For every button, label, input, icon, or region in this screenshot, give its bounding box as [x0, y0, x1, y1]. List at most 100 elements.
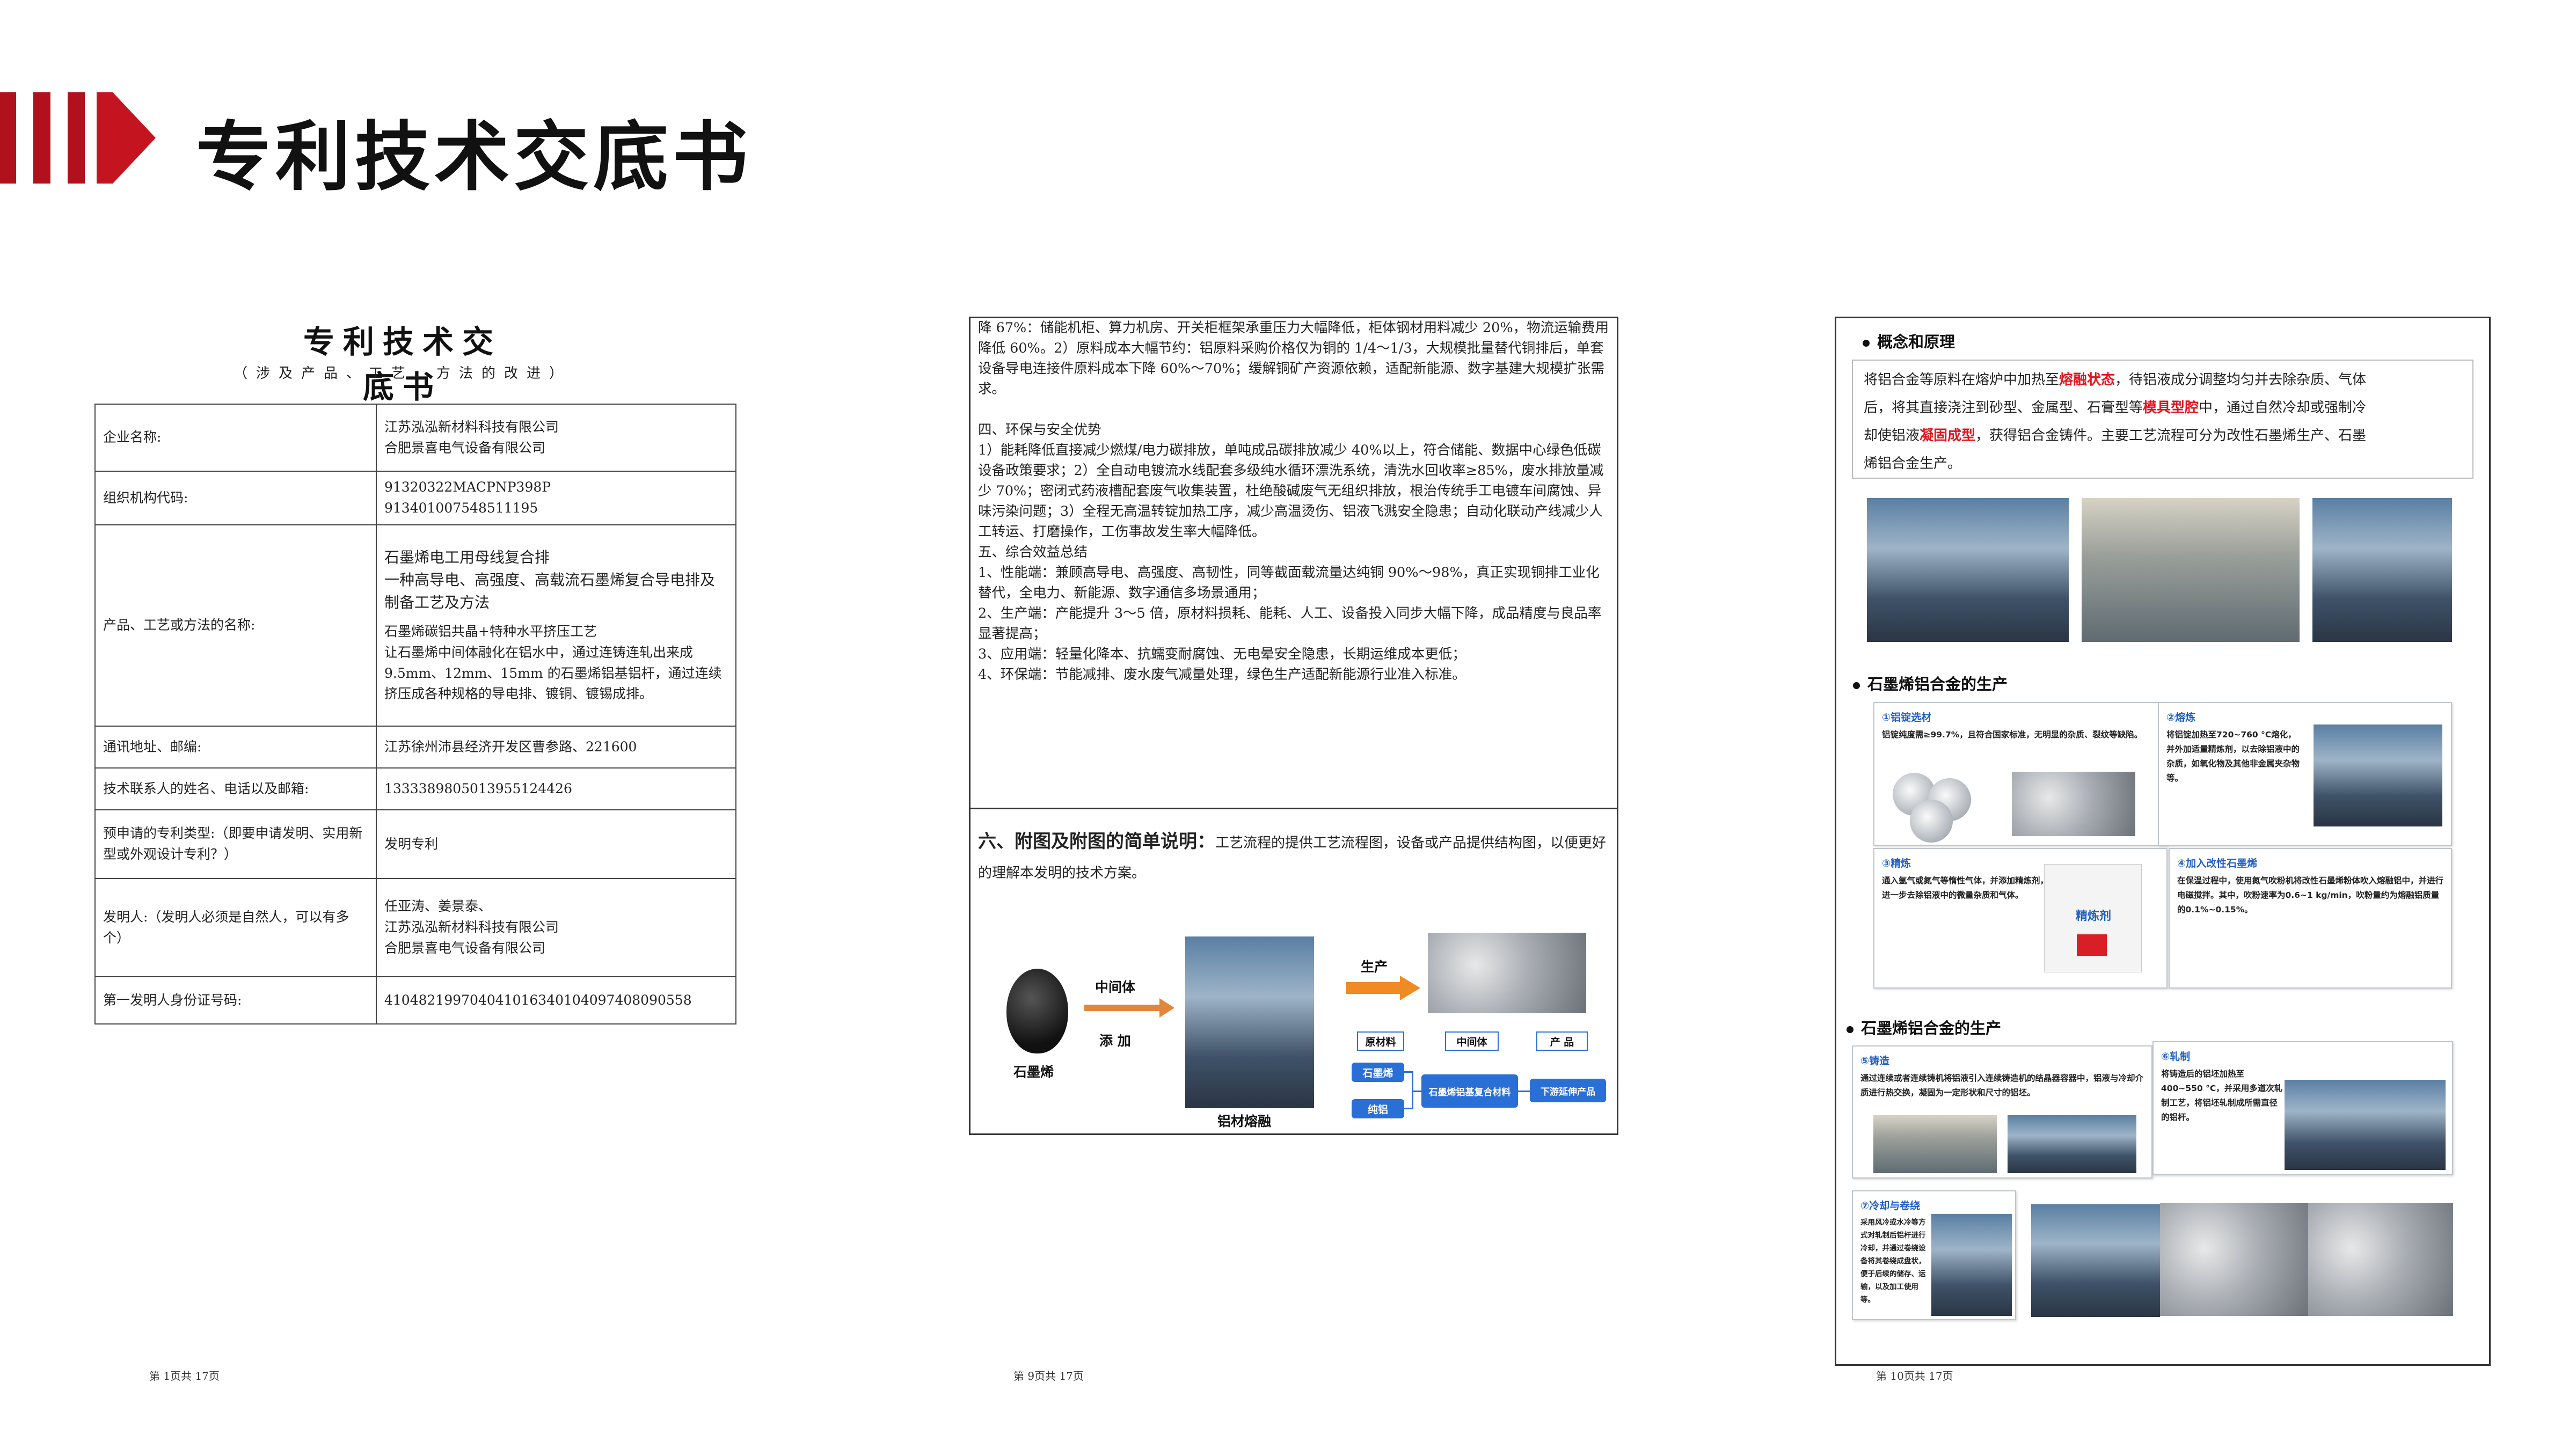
- form-row-address: 通讯地址、邮编: 江苏徐州沛县经济开发区曹参路、221600: [94, 726, 736, 769]
- bullet-icon: [1847, 1026, 1853, 1033]
- concept-text: 中，通过自然冷却或强制冷: [2199, 400, 2367, 416]
- flow-row-label: 产 品: [1536, 1031, 1588, 1051]
- concept-text: ，获得铝合金铸件。主要工艺流程可分为改性石墨烯生产、石墨: [1975, 428, 2367, 444]
- form-row-id-number: 第一发明人身份证号码: 4104821997040410163401040974…: [94, 976, 736, 1024]
- brand-logo-icon: [2077, 934, 2107, 956]
- card-title: ①铝锭选材: [1882, 712, 1932, 723]
- form-value-line: 江苏泓泓新材料科技有限公司: [384, 919, 559, 935]
- card-title: ④加入改性石墨烯: [2177, 858, 2258, 869]
- paragraph: 2、生产端：产能提升 3～5 倍，原材料损耗、能耗、人工、设备投入同步大幅下降，…: [978, 605, 1602, 642]
- paragraph: 3、应用端：轻量化降本、抗蠕变耐腐蚀、无电晕安全隐患，长期运维成本更低；: [978, 646, 1466, 662]
- page9-divider: [969, 808, 1618, 809]
- flow-row-label: 中间体: [1445, 1031, 1499, 1051]
- form-row-product-name: 产品、工艺或方法的名称: 石墨烯电工用母线复合排 一种高导电、高强度、高载流石墨…: [94, 524, 736, 727]
- rolling-mill-photo: [2285, 1080, 2446, 1170]
- form-label: 技术联系人的姓名、电话以及邮箱:: [94, 767, 377, 810]
- card-title: ⑤铸造: [1860, 1055, 1890, 1067]
- form-label: 通讯地址、邮编:: [94, 726, 377, 769]
- coil-photo: [2160, 1203, 2308, 1316]
- paragraph: 1、性能端：兼顾高导电、高强度、高韧性，同等截面载流量达纯铜 90%～98%，真…: [978, 565, 1600, 601]
- header-deco-bar-3: [68, 92, 85, 184]
- right-arrow-icon: [1084, 998, 1174, 1018]
- card-title: ⑦冷却与卷绕: [1860, 1200, 1921, 1212]
- form-value: 江苏泓泓新材料科技有限公司 合肥景喜电气设备有限公司: [376, 404, 736, 472]
- form-value-line: 江苏泓泓新材料科技有限公司: [384, 419, 559, 435]
- page9-body: 降 67%：储能机柜、算力机房、开关柜框架承重压力大幅降低，柜体钢材用料减少 2…: [978, 318, 1609, 685]
- form-label: 发明人:（发明人必须是自然人，可以有多个）: [94, 878, 377, 977]
- concept-text: 却使铝液: [1864, 428, 1920, 444]
- section2-heading: 石墨烯铝合金的生产: [1853, 672, 2008, 694]
- form-label: 预申请的专利类型:（即要申请发明、实用新型或外观设计专利？）: [94, 809, 377, 879]
- bag-label: 精炼剂: [2075, 910, 2111, 923]
- page1-footer: 第 1页共 17页: [149, 1370, 220, 1382]
- concept-text-box: 将铝合金等原料在熔炉中加热至熔融状态，待铝液成分调整均匀并去除杂质、气体 后，将…: [1852, 360, 2473, 479]
- paragraph: 1）能耗降低直接减少燃煤/电力碳排放，单吨成品碳排放减少 40%以上，符合储能、…: [978, 442, 1604, 540]
- form-label: 企业名称:: [94, 404, 377, 472]
- form-value: 江苏徐州沛县经济开发区曹参路、221600: [376, 726, 736, 769]
- concept-text: 将铝合金等原料在熔炉中加热至: [1864, 372, 2060, 388]
- form-value: 石墨烯电工用母线复合排 一种高导电、高强度、高载流石墨烯复合导电排及制备工艺及方…: [376, 524, 736, 727]
- form-value-line: 合肥景喜电气设备有限公司: [384, 940, 546, 956]
- concept-line: 烯铝合金生产。: [1864, 450, 2462, 478]
- section3-heading-text: 石墨烯铝合金的生产: [1861, 1019, 2002, 1037]
- factory-photo: [2312, 498, 2452, 642]
- flow-connector: [1518, 1091, 1530, 1092]
- coiling-equipment-photo: [1931, 1214, 2012, 1316]
- card-title: ②熔炼: [2166, 712, 2196, 723]
- concept-heading-text: 概念和原理: [1877, 333, 1955, 351]
- form-value: 任亚涛、姜景泰、 江苏泓泓新材料科技有限公司 合肥景喜电气设备有限公司: [376, 878, 736, 977]
- header-deco-bar-2: [33, 92, 50, 184]
- factory-photo: [2082, 498, 2300, 642]
- intermediate-label: 中间体: [1095, 979, 1136, 995]
- disclosure-form-table: 企业名称: 江苏泓泓新材料科技有限公司 合肥景喜电气设备有限公司 组织机构代码:…: [94, 404, 736, 1024]
- casting-photo: [1873, 1115, 1997, 1173]
- flow-node-downstream: 下游延伸产品: [1530, 1079, 1606, 1102]
- form-value: 41048219970404101634010409740809055​8: [376, 976, 736, 1024]
- concept-heading: 概念和原理: [1863, 330, 1955, 352]
- header-deco-arrow: [113, 92, 156, 184]
- graphene-powder-image: [1006, 969, 1068, 1053]
- section3-heading: 石墨烯铝合金的生产: [1847, 1016, 2001, 1038]
- concept-line: 后，将其直接浇注到砂型、金属型、石膏型等模具型腔中，通过自然冷却或强制冷: [1864, 394, 2462, 422]
- right-arrow-icon: [1346, 976, 1420, 1000]
- card-text: 将铝锭加热至720~760 °C熔化，并外加适量精炼剂，以去除铝液中的杂质，如氧…: [2166, 730, 2300, 783]
- flow-row-label: 原材料: [1357, 1031, 1404, 1051]
- card-title: ③精炼: [1882, 858, 1911, 869]
- card-text: 将铸造后的铝坯加热至400~550 °C，并采用多道次轧制工艺，将铝坯轧制成所需…: [2161, 1069, 2283, 1122]
- aluminum-ingot-image: [1910, 800, 1953, 843]
- furnace-photo: [1185, 936, 1314, 1108]
- form-label: 组织机构代码:: [94, 471, 377, 525]
- flow-node-composite: 石墨烯铝基复合材料: [1421, 1074, 1518, 1108]
- page9-footer: 第 9页共 17页: [1013, 1370, 1084, 1382]
- aluminum-ingot-stack-image: [2012, 772, 2135, 836]
- flow-connector: [1412, 1091, 1421, 1092]
- doc1-subtitle: （涉及产品、工艺、方法的改进）: [233, 365, 572, 382]
- form-value-line: 913401007548511195: [384, 500, 538, 516]
- process-card-graphene: ④加入改性石墨烯 在保温过程中，使用氮气吹粉机将改性石墨烯粉体吹入熔融铝中，并进…: [2169, 848, 2452, 989]
- card-text: 在保温过程中，使用氮气吹粉机将改性石墨烯粉体吹入熔融铝中，并进行电磁搅拌。其中，…: [2177, 876, 2444, 914]
- paragraph: 4、环保端：节能减排、废水废气减量处理，绿色生产适配新能源行业准入标准。: [978, 667, 1466, 683]
- flow-node-graphene: 石墨烯: [1352, 1063, 1404, 1082]
- concept-line: 却使铝液凝固成型，获得铝合金铸件。主要工艺流程可分为改性石墨烯生产、石墨: [1864, 422, 2462, 450]
- graphene-label: 石墨烯: [1013, 1064, 1054, 1080]
- paragraph: 降 67%：储能机柜、算力机房、开关柜框架承重压力大幅降低，柜体钢材用料减少 2…: [978, 320, 1609, 397]
- factory-photo: [1867, 498, 2069, 642]
- refining-agent-bag-image: 精炼剂: [2044, 864, 2142, 972]
- aluminum-coil-photo: [1428, 933, 1586, 1013]
- form-value: 133338980501395512442​6: [376, 767, 736, 810]
- section-heading: 五、综合效益总结: [978, 544, 1088, 560]
- form-value-line: 让石墨烯中间体融化在铝水中，通过连铸连轧出来成 9.5mm、12mm、15mm …: [384, 644, 722, 702]
- coil-photo: [2308, 1203, 2453, 1316]
- bullet-icon: [1863, 339, 1870, 347]
- form-value-line: 石墨烯电工用母线复合排: [384, 548, 550, 566]
- form-label: 第一发明人身份证号码:: [94, 976, 377, 1024]
- page-title: 专利技术交底书: [196, 114, 753, 201]
- card-title: ⑥轧制: [2161, 1051, 2191, 1063]
- section-heading: 四、环保与安全优势: [978, 422, 1101, 438]
- card-text: 通入氩气或氮气等惰性气体，并添加精炼剂，进一步去除铝液中的微量杂质和气体。: [1882, 876, 2049, 900]
- concept-line: 将铝合金等原料在熔炉中加热至熔融状态，待铝液成分调整均匀并去除杂质、气体: [1864, 366, 2462, 394]
- concept-text: 烯铝合金生产。: [1864, 456, 1962, 472]
- add-label: 添 加: [1099, 1033, 1131, 1049]
- casting-photo: [2008, 1115, 2136, 1173]
- form-row-inventors: 发明人:（发明人必须是自然人，可以有多个） 任亚涛、姜景泰、 江苏泓泓新材料科技…: [94, 878, 736, 977]
